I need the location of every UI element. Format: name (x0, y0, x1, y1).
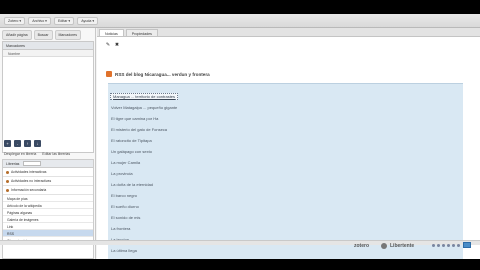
system-tray (432, 244, 460, 247)
list-item[interactable]: Actividades no interactivas (3, 177, 93, 186)
menubar: Zotero ▾ Archivo ▾ Editar ▾ Ayuda ▾ (0, 14, 480, 28)
category-icon (6, 179, 9, 183)
tab-edit-libraries[interactable]: Editar las librerias (42, 152, 70, 156)
zotero-logo: zotero (354, 243, 369, 249)
move-down-icon[interactable]: ↓ (34, 140, 41, 147)
bookmarks-toolbar: + - ↑ ↓ (4, 140, 41, 147)
left-sidebar: Añadir página Buscar Marcadores Marcador… (0, 28, 96, 259)
feed-entry[interactable]: Volver Matagalpa ... pequeño gigante (111, 105, 177, 110)
move-up-icon[interactable]: ↑ (24, 140, 31, 147)
feed-entry[interactable]: La provincia (111, 171, 133, 176)
feed-title-text: RSS del blog Nicaragua... verdun y front… (115, 71, 210, 77)
tray-icon[interactable] (442, 244, 445, 247)
add-icon[interactable]: + (4, 140, 11, 147)
fullscreen-icon[interactable] (463, 242, 471, 248)
bookmarks-panel-title: Marcadores (3, 42, 93, 50)
feed-entry[interactable]: El misterio del gato de Fonseca (111, 127, 167, 132)
letterbox-bottom (0, 259, 480, 270)
tray-icon[interactable] (432, 244, 435, 247)
feed-entry[interactable]: El tigre que camina por Ha (111, 116, 158, 121)
libertente-logo: Libertente (390, 243, 415, 249)
bookmarks-panel: Marcadores Nombre (2, 41, 94, 153)
tab-properties[interactable]: Propiedades (125, 29, 158, 36)
feed-entry[interactable]: La última llega (111, 248, 137, 253)
tab-news[interactable]: Noticias (99, 29, 124, 36)
edit-toolbar: ✎ ✖ (105, 42, 120, 48)
tab-bookmarks[interactable]: Marcadores (54, 30, 81, 40)
feed-entry[interactable]: La doña de la eternidad (111, 182, 153, 187)
feed-entry[interactable]: La frontera (111, 226, 130, 231)
library-list-title: Librerias (6, 161, 20, 166)
close-icon[interactable]: ✖ (114, 42, 120, 48)
feed-entry[interactable]: El ratoncito de Tipitapa (111, 138, 152, 143)
feed-entry[interactable]: El sonido de mis (111, 215, 140, 220)
feed-entry[interactable]: Un galápago con sexto (111, 149, 152, 154)
left-top-tabs: Añadir página Buscar Marcadores (2, 30, 94, 40)
feed-entry[interactable]: El barco negro (111, 193, 137, 198)
menu-editar[interactable]: Editar ▾ (54, 16, 75, 25)
edit-icon[interactable]: ✎ (105, 42, 111, 48)
library-filter-dropdown[interactable] (23, 161, 42, 166)
main-tabs: Noticias Propiedades (97, 28, 480, 37)
feed-entry[interactable]: El sueño diurno (111, 204, 139, 209)
remove-icon[interactable]: - (14, 140, 21, 147)
application-window: Zotero ▾ Archivo ▾ Editar ▾ Ayuda ▾ Añad… (0, 14, 480, 259)
list-item[interactable]: Mapa de pías (3, 195, 93, 202)
category-icon (6, 170, 9, 174)
list-item[interactable]: Información secundaria (3, 186, 93, 195)
list-item[interactable]: Actividades interactivas (3, 168, 93, 177)
libertente-logo-icon (381, 243, 387, 249)
tray-icon[interactable] (452, 244, 455, 247)
tray-icon[interactable] (437, 244, 440, 247)
rss-icon (106, 71, 112, 77)
list-item[interactable]: Páginas algunas (3, 209, 93, 216)
column-header-name[interactable]: Nombre (3, 50, 93, 57)
category-icon (6, 188, 9, 192)
list-item-label: Información secundaria (11, 188, 47, 192)
feed-entry[interactable]: La mujer Camila (111, 160, 140, 165)
library-tabs: Desplegar en libreria Editar las libreri… (4, 152, 70, 156)
menu-archivo[interactable]: Archivo ▾ (28, 16, 51, 25)
list-item[interactable]: Link (3, 223, 93, 230)
menu-ayuda[interactable]: Ayuda ▾ (77, 16, 99, 25)
tab-search[interactable]: Buscar (33, 30, 53, 40)
main-content: Noticias Propiedades ✎ ✖ RSS del blog Ni… (97, 28, 480, 259)
list-item-selected[interactable]: RSS (3, 230, 93, 237)
menu-zotero[interactable]: Zotero ▾ (4, 16, 26, 25)
tray-icon[interactable] (447, 244, 450, 247)
list-item[interactable]: Artículo de la wikipedia (3, 202, 93, 209)
feed-title: RSS del blog Nicaragua... verdun y front… (106, 71, 210, 77)
feed-entries: Managua ... territorio de contrastes Vol… (108, 83, 463, 259)
library-list-header: Librerias (3, 160, 93, 168)
list-item[interactable]: Galería de imágenes (3, 216, 93, 223)
tab-add-page[interactable]: Añadir página (2, 30, 32, 40)
feed-entry[interactable]: Managua ... territorio de contrastes (110, 93, 179, 100)
list-item-label: Actividades interactivas (11, 170, 47, 174)
tab-deploy-library[interactable]: Desplegar en libreria (4, 152, 36, 156)
tray-icon[interactable] (457, 244, 460, 247)
list-item-label: Actividades no interactivas (11, 179, 52, 183)
